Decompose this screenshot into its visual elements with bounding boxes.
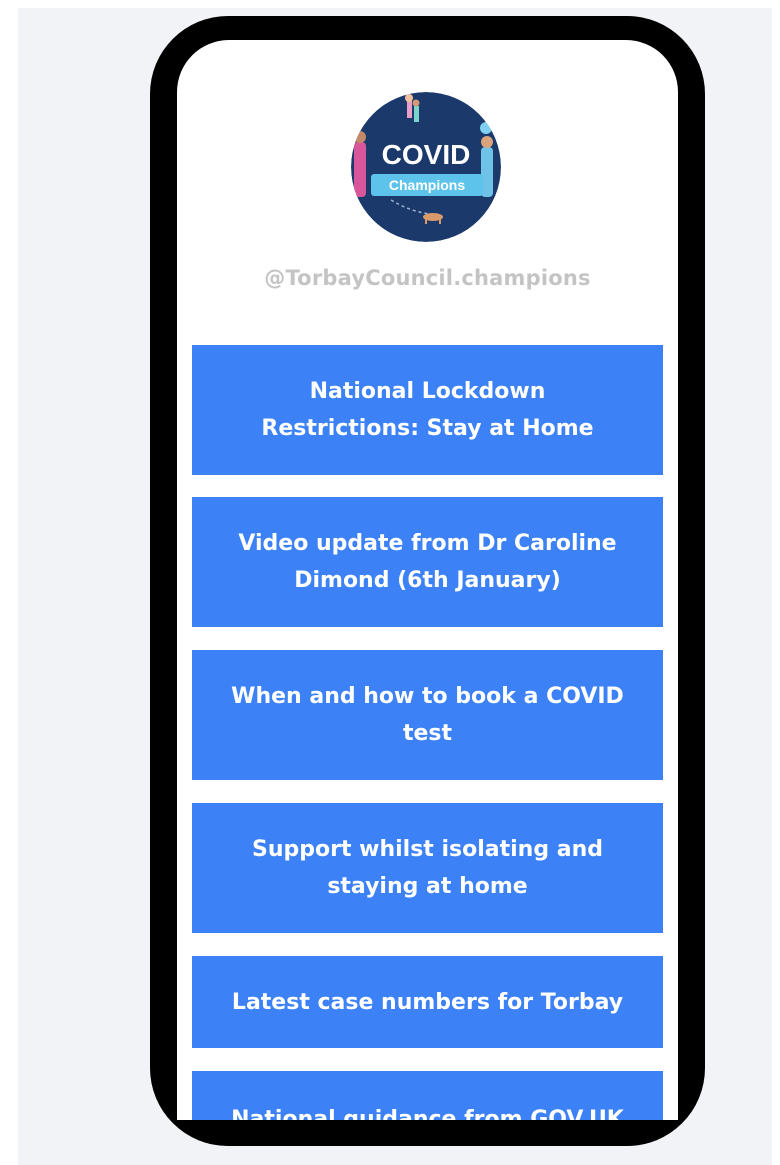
link-label: Latest case numbers for Torbay <box>231 989 624 1015</box>
link-button-case-numbers[interactable]: Latest case numbers for Torbay <box>192 956 663 1048</box>
covid-champions-logo: COVID Champions <box>351 92 501 242</box>
link-label: When and how to book a COVID test <box>231 684 624 746</box>
link-button-isolation-support[interactable]: Support whilst isolating and staying at … <box>192 803 663 933</box>
avatar[interactable]: COVID Champions <box>351 92 501 242</box>
link-label: Video update from Dr Caroline Dimond (6t… <box>238 531 617 593</box>
link-label: National guidance from GOV.UK <box>231 1107 624 1120</box>
link-label: National Lockdown Restrictions: Stay at … <box>261 379 594 441</box>
logo-text-covid: COVID <box>382 139 471 170</box>
phone-screen[interactable]: COVID Champions @TorbayCouncil.champions… <box>177 40 678 1120</box>
link-button-video-update[interactable]: Video update from Dr Caroline Dimond (6t… <box>192 497 663 627</box>
link-button-lockdown-restrictions[interactable]: National Lockdown Restrictions: Stay at … <box>192 345 663 475</box>
profile-handle: @TorbayCouncil.champions <box>264 266 591 290</box>
link-label: Support whilst isolating and staying at … <box>251 837 603 899</box>
link-button-book-covid-test[interactable]: When and how to book a COVID test <box>192 650 663 780</box>
logo-text-champions: Champions <box>389 177 465 193</box>
link-button-national-guidance[interactable]: National guidance from GOV.UK <box>192 1071 663 1120</box>
